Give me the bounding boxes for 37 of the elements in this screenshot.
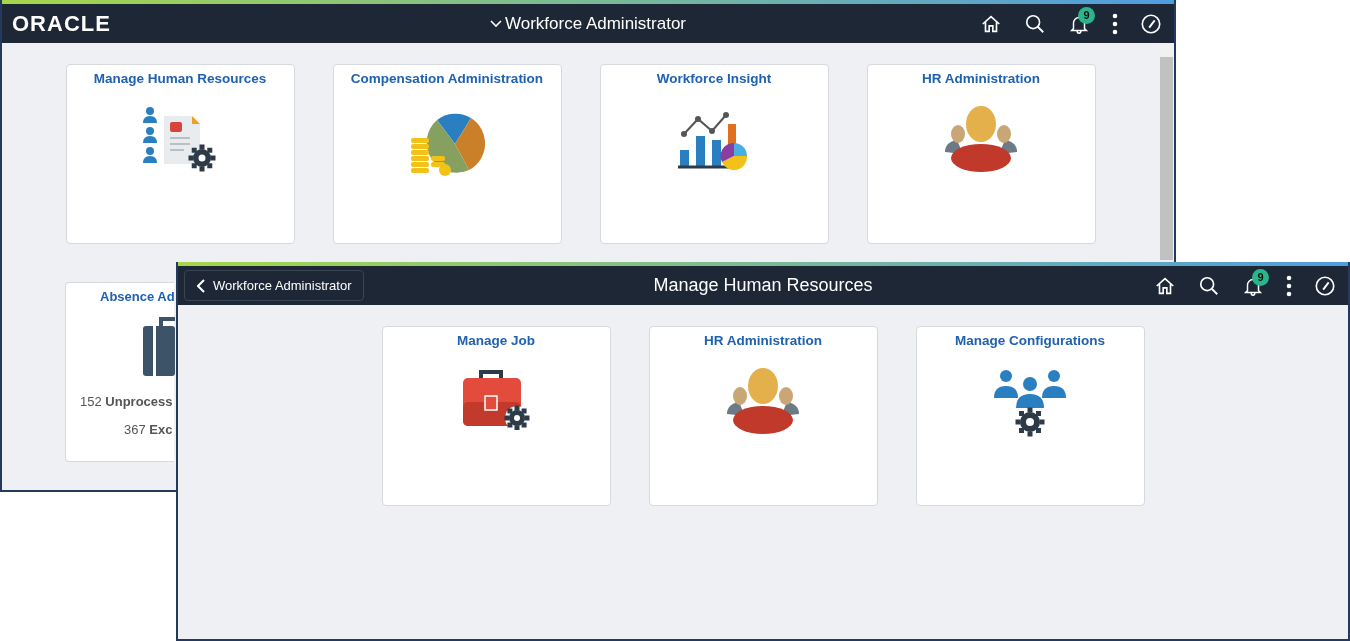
tile-card[interactable]: Absence Ad 152 Unprocess 367 Exc <box>65 282 174 462</box>
back-button[interactable]: Workforce Administrator <box>184 270 365 301</box>
tile-title: Manage Human Resources <box>93 71 267 86</box>
window-title[interactable]: Workforce Administrator <box>483 12 693 35</box>
tile-card[interactable]: HR Administration <box>648 326 878 506</box>
team-gear-icon <box>992 368 1068 438</box>
tile-card[interactable]: Compensation Administration <box>332 64 562 244</box>
notification-badge: 9 <box>1252 268 1269 286</box>
tile-title: Manage Job <box>457 333 535 348</box>
suitcase-icon <box>143 316 175 376</box>
compass-icon[interactable] <box>1140 12 1162 35</box>
search-icon[interactable] <box>1024 12 1046 35</box>
tile-title: HR Administration <box>704 333 822 348</box>
more-options-icon[interactable] <box>1112 12 1118 35</box>
tile-title: HR Administration <box>922 71 1040 86</box>
tile-card[interactable]: Workforce Insight <box>599 64 829 244</box>
page-title: Manage Human Resources <box>653 275 873 296</box>
back-chevron-icon <box>197 278 205 293</box>
oracle-logo[interactable]: ORACLE <box>12 10 111 37</box>
count-text: 152 Unprocess <box>80 394 173 409</box>
caret-icon <box>489 19 502 28</box>
briefcase-gear-icon <box>461 368 531 430</box>
more-options-icon[interactable] <box>1286 274 1292 297</box>
notification-badge: 9 <box>1078 6 1095 24</box>
tile-card[interactable]: Manage Human Resources <box>65 64 295 244</box>
tile-card[interactable]: Manage Job <box>381 326 611 506</box>
tile-card[interactable]: Manage Configurations <box>915 326 1145 506</box>
tile-title: Absence Ad <box>100 289 175 304</box>
people-group-icon <box>725 368 801 434</box>
tile-title: Manage Configurations <box>955 333 1105 348</box>
search-icon[interactable] <box>1198 274 1220 297</box>
count-text: 367 Exc <box>124 422 173 437</box>
tile-title: Compensation Administration <box>350 71 544 86</box>
tile-title: Workforce Insight <box>656 71 772 86</box>
compass-icon[interactable] <box>1314 274 1336 297</box>
tile-card[interactable]: HR Administration <box>866 64 1096 244</box>
people-group-icon <box>943 106 1019 172</box>
